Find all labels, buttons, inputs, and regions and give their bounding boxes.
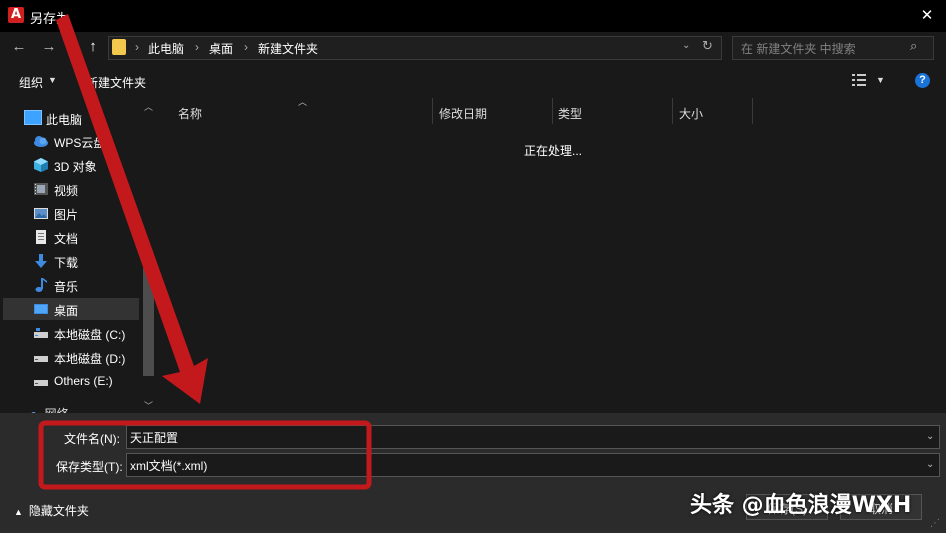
view-dropdown-icon[interactable]: ▼ (876, 75, 885, 85)
sidebar-item-wps-cloud[interactable]: WPS云盘 (3, 130, 139, 152)
sidebar-item-drive-d[interactable]: 本地磁盘 (D:) (3, 346, 139, 368)
resize-grip-icon[interactable]: ⋰ (930, 518, 940, 529)
column-divider[interactable] (432, 98, 433, 124)
scroll-down-chevron-icon[interactable]: ﹀ (144, 399, 153, 412)
sidebar-item-label: 本地磁盘 (C:) (54, 328, 126, 342)
hide-folders-label: 隐藏文件夹 (28, 504, 89, 518)
back-arrow-icon[interactable]: ← (10, 38, 28, 56)
view-options-icon[interactable] (852, 74, 866, 86)
filetype-select[interactable] (126, 453, 940, 477)
sidebar-item-label: Others (E:) (54, 374, 113, 388)
breadcrumb-this-pc[interactable]: 此电脑 (148, 40, 184, 57)
picture-icon (34, 208, 48, 219)
column-divider[interactable] (672, 98, 673, 124)
sidebar-item-network[interactable]: ● 网络 (30, 405, 69, 413)
sort-ascending-icon: ︿ (298, 97, 308, 107)
filetype-value[interactable]: xml文档(*.xml) (130, 457, 207, 474)
folder-icon (112, 39, 126, 55)
filename-label: 文件名(N): (64, 432, 120, 446)
sidebar-item-music[interactable]: 音乐 (3, 274, 139, 296)
search-icon[interactable]: ⌕ (910, 38, 917, 54)
refresh-icon[interactable]: ↻ (702, 38, 713, 54)
filename-value[interactable]: 天正配置 (130, 429, 178, 446)
desktop-icon (34, 304, 48, 314)
sidebar-item-drive-e[interactable]: Others (E:) (3, 370, 139, 392)
video-icon (34, 183, 48, 195)
recent-locations-chevron-icon[interactable]: ⌄ (62, 38, 80, 56)
column-divider[interactable] (552, 98, 553, 124)
address-bar[interactable] (108, 36, 722, 60)
column-header-date-modified[interactable]: 修改日期 (439, 105, 487, 122)
sidebar-item-videos[interactable]: 视频 (3, 178, 139, 200)
sidebar-item-label: 3D 对象 (54, 160, 97, 174)
sidebar-item-pictures[interactable]: 图片 (3, 202, 139, 224)
scroll-up-chevron-icon[interactable]: ︿ (144, 100, 153, 113)
breadcrumb-separator: › (244, 40, 248, 54)
drive-icon (34, 328, 48, 338)
cube-icon (34, 158, 48, 172)
search-placeholder: 在 新建文件夹 中搜索 (741, 42, 856, 56)
help-icon[interactable]: ? (915, 73, 930, 88)
download-icon (35, 254, 47, 268)
sidebar-item-3d-objects[interactable]: 3D 对象 (3, 154, 139, 176)
breadcrumb-separator: › (135, 40, 139, 54)
cloud-icon (34, 136, 48, 147)
filename-dropdown-chevron-icon[interactable]: ⌄ (926, 431, 934, 442)
new-folder-button[interactable]: 新建文件夹 (86, 74, 146, 91)
up-arrow-icon[interactable]: ↑ (84, 38, 102, 56)
autocad-app-icon: A (8, 7, 24, 23)
sidebar-item-label: 文档 (54, 232, 79, 246)
watermark: 头条 @血色浪漫WXH (690, 493, 912, 518)
sidebar-item-this-pc[interactable]: 此电脑 (46, 111, 82, 128)
sidebar-scrollbar-thumb[interactable] (143, 268, 154, 376)
sidebar-item-drive-c[interactable]: 本地磁盘 (C:) (3, 322, 139, 344)
chevron-up-icon: ▲ (14, 507, 23, 517)
drive-icon (34, 380, 48, 386)
title-bar (0, 0, 946, 32)
filename-input[interactable] (126, 425, 940, 449)
list-view-icon (852, 74, 866, 86)
breadcrumb-new-folder[interactable]: 新建文件夹 (258, 40, 318, 57)
filetype-dropdown-chevron-icon[interactable]: ⌄ (926, 459, 934, 470)
organize-button[interactable]: 组织 (19, 74, 43, 91)
column-divider[interactable] (752, 98, 753, 124)
sidebar-item-desktop[interactable]: 桌面 (3, 298, 139, 320)
sidebar-item-label: 视频 (54, 184, 79, 198)
sidebar-item-label: WPS云盘 (54, 136, 106, 150)
filetype-label: 保存类型(T): (56, 460, 123, 474)
hide-folders-toggle[interactable]: ▲ 隐藏文件夹 (14, 502, 89, 519)
music-icon (35, 278, 47, 292)
sidebar-item-downloads[interactable]: 下载 (3, 250, 139, 272)
breadcrumb-desktop[interactable]: 桌面 (209, 40, 233, 57)
close-button[interactable]: ✕ (916, 5, 938, 27)
sidebar-item-label: 图片 (54, 208, 79, 222)
address-dropdown-chevron-icon[interactable]: ⌄ (682, 40, 690, 51)
computer-icon (24, 110, 42, 125)
sidebar-item-label: 音乐 (54, 280, 79, 294)
document-icon (36, 230, 46, 244)
forward-arrow-icon[interactable]: → (40, 38, 58, 56)
sidebar-item-documents[interactable]: 文档 (3, 226, 139, 248)
sidebar-item-label: 桌面 (54, 304, 79, 318)
organize-dropdown-icon[interactable]: ▼ (48, 75, 57, 85)
drive-icon (34, 356, 48, 362)
column-header-type[interactable]: 类型 (558, 105, 582, 122)
column-header-name[interactable]: 名称 (178, 105, 202, 122)
sidebar-item-label: 下载 (54, 256, 79, 270)
sidebar-item-label: 本地磁盘 (D:) (54, 352, 126, 366)
column-header-size[interactable]: 大小 (679, 105, 703, 122)
window-title: 另存为 (30, 11, 70, 26)
breadcrumb-separator: › (195, 40, 199, 54)
loading-status-text: 正在处理... (524, 144, 583, 158)
